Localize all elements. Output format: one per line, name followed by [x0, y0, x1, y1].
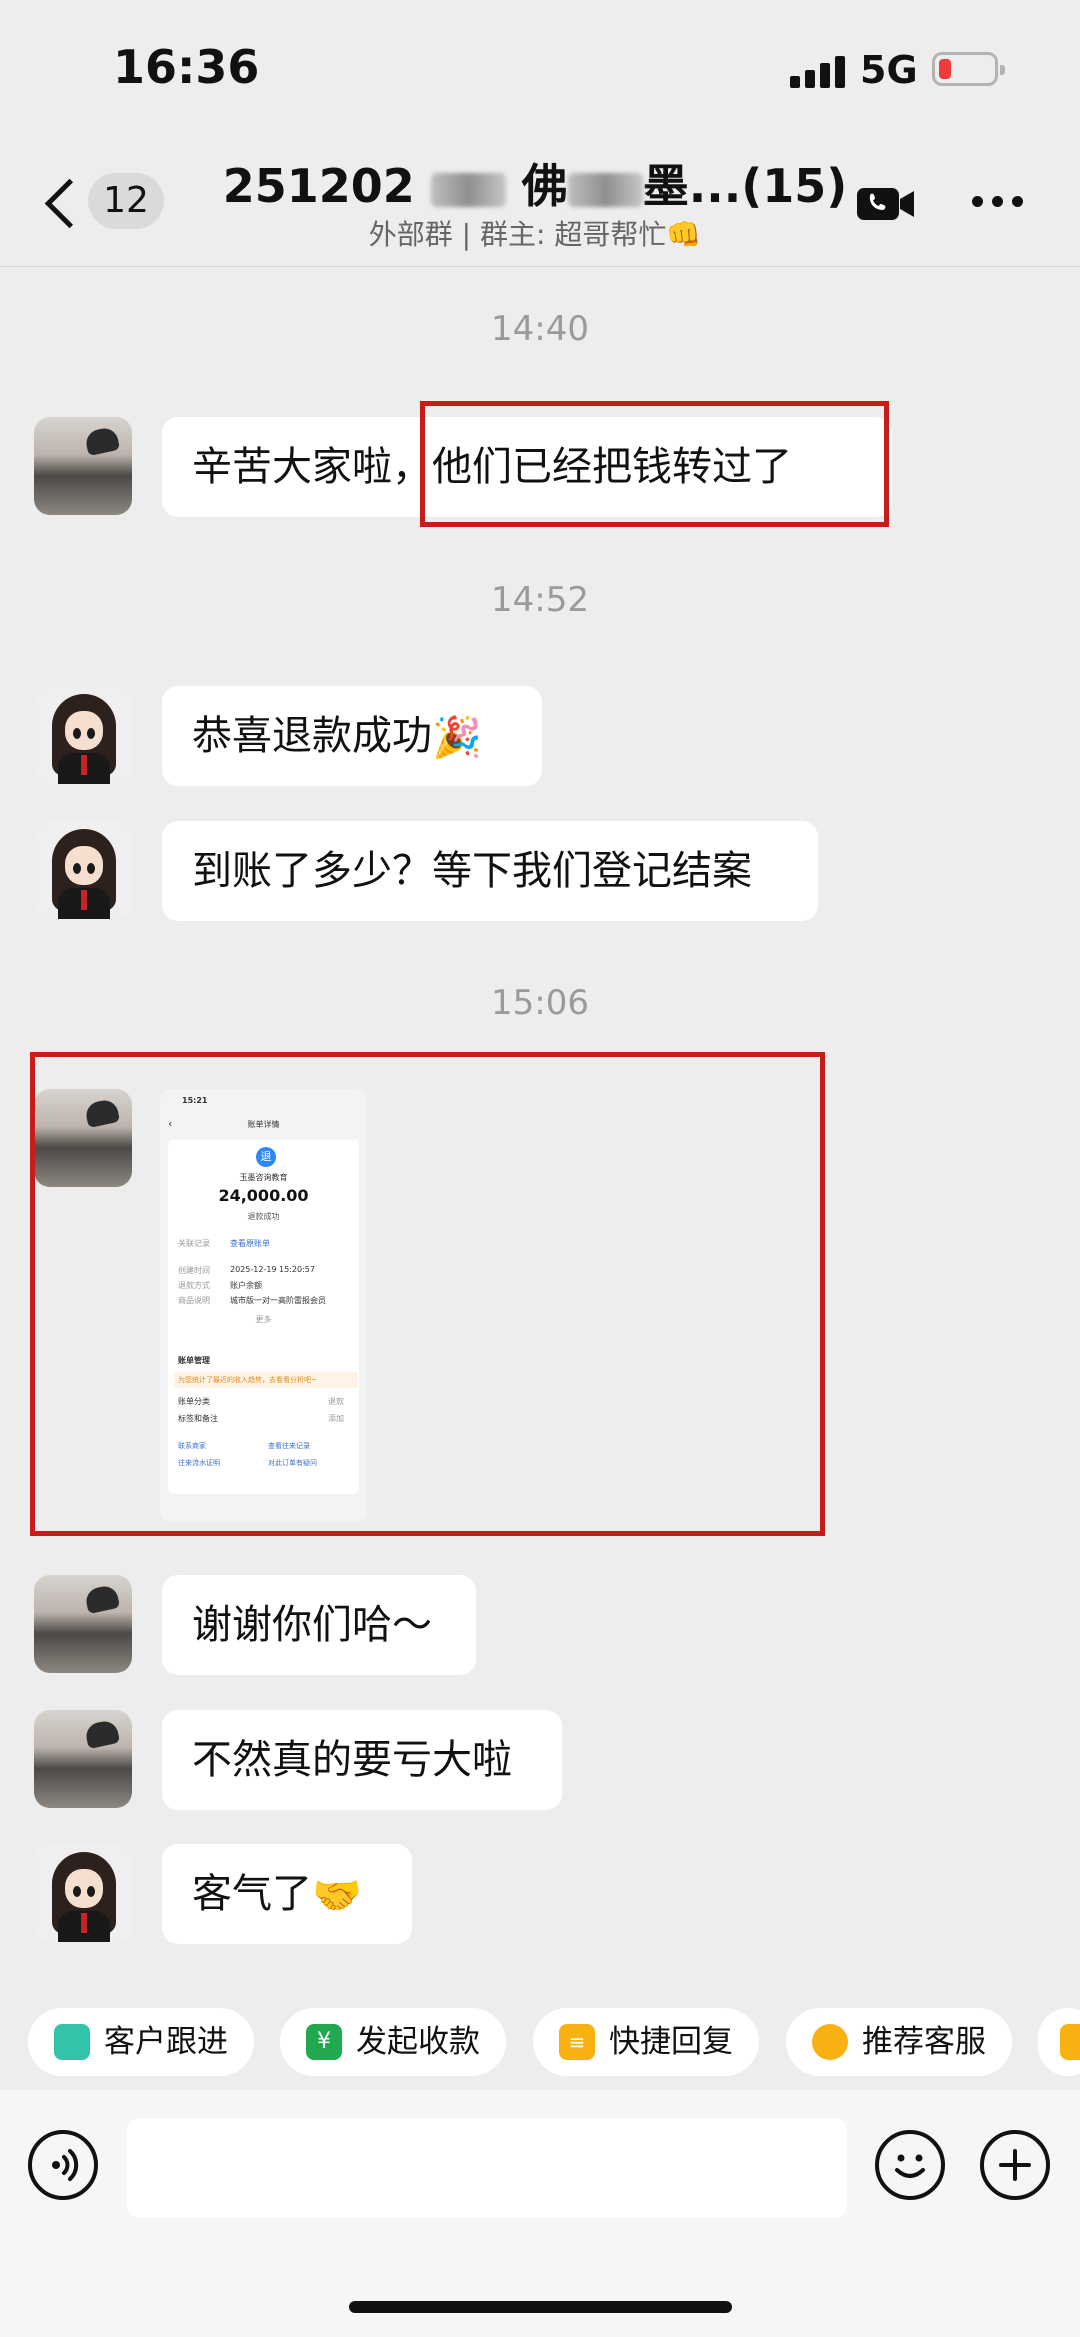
avatar[interactable]	[34, 686, 132, 784]
yen-icon: ¥	[306, 2024, 342, 2060]
avatar[interactable]	[34, 821, 132, 919]
chat-bubble-icon	[812, 2024, 848, 2060]
avatar[interactable]	[34, 1575, 132, 1673]
customer-followup-button[interactable]: 客户跟进	[28, 2008, 254, 2076]
recommend-service-button[interactable]: 推荐客服	[786, 2008, 1012, 2076]
highlight-box	[30, 1052, 825, 1536]
chat-subtitle: 外部群 | 群主: 超哥帮忙👊	[368, 218, 702, 251]
message-text: 恭喜退款成功	[192, 713, 432, 759]
avatar[interactable]	[34, 417, 132, 515]
status-bar: 16:36 5G	[0, 0, 1080, 140]
plus-icon[interactable]	[980, 2130, 1050, 2200]
redacted-block	[567, 172, 643, 207]
voice-input-icon[interactable]	[28, 2130, 98, 2200]
quick-reply-button[interactable]: ≡ 快捷回复	[533, 2008, 759, 2076]
status-time: 16:36	[113, 40, 260, 94]
network-type: 5G	[860, 48, 918, 92]
quick-action-bar: 客户跟进 ¥ 发起收款 ≡ 快捷回复 推荐客服	[0, 1980, 1080, 2090]
more-icon[interactable]	[970, 196, 1030, 212]
request-payment-button[interactable]: ¥ 发起收款	[280, 2008, 506, 2076]
chat-header: 12 251202 佛 墨...(15) 外部群 | 群主: 超哥帮忙👊	[0, 140, 1080, 267]
document-icon	[1060, 2024, 1080, 2060]
chip-label: 客户跟进	[104, 2024, 228, 2060]
message-bubble[interactable]: 客气了🤝	[162, 1844, 412, 1944]
home-indicator	[349, 2301, 732, 2313]
party-popper-icon: 🎉	[432, 715, 482, 761]
chip-label: 推荐客服	[862, 2024, 986, 2060]
message-bubble[interactable]: 不然真的要亏大啦	[162, 1710, 562, 1810]
chat-title-part2: 墨...(15)	[642, 159, 848, 213]
message-input[interactable]	[127, 2118, 847, 2218]
back-button[interactable]	[40, 180, 80, 228]
customer-followup-icon	[54, 2024, 90, 2060]
timestamp: 14:52	[491, 580, 589, 620]
timestamp: 15:06	[491, 983, 589, 1023]
chip-label: 快捷回复	[609, 2024, 733, 2060]
message-text: 客气了	[192, 1871, 312, 1917]
redacted-block	[430, 172, 506, 207]
input-bar	[0, 2090, 1080, 2337]
avatar[interactable]	[34, 1710, 132, 1808]
message-text: 谢谢你们哈～	[192, 1602, 432, 1648]
chat-title-start: 251202	[222, 159, 431, 213]
message-bubble[interactable]: 到账了多少？等下我们登记结案	[162, 821, 818, 921]
highlight-box	[420, 401, 889, 527]
handshake-icon: 🤝	[312, 1873, 362, 1919]
more-action-chip[interactable]	[1038, 2008, 1080, 2076]
signal-icon	[790, 54, 846, 88]
emoji-icon[interactable]	[875, 2130, 945, 2200]
message-text: 不然真的要亏大啦	[192, 1737, 512, 1783]
video-call-icon[interactable]	[857, 185, 915, 223]
message-text: 辛苦大家啦，	[192, 444, 432, 490]
timestamp: 14:40	[491, 309, 589, 349]
quick-reply-icon: ≡	[559, 2024, 595, 2060]
battery-icon	[932, 52, 1005, 86]
avatar[interactable]	[34, 1844, 132, 1942]
message-text: 到账了多少？等下我们登记结案	[192, 848, 752, 894]
chat-title-part1: 佛	[521, 159, 568, 213]
message-bubble[interactable]: 恭喜退款成功🎉	[162, 686, 542, 786]
chat-title[interactable]: 251202 佛 墨...(15)	[200, 150, 870, 216]
unread-badge[interactable]: 12	[88, 173, 164, 229]
chip-label: 发起收款	[356, 2024, 480, 2060]
message-bubble[interactable]: 谢谢你们哈～	[162, 1575, 476, 1675]
